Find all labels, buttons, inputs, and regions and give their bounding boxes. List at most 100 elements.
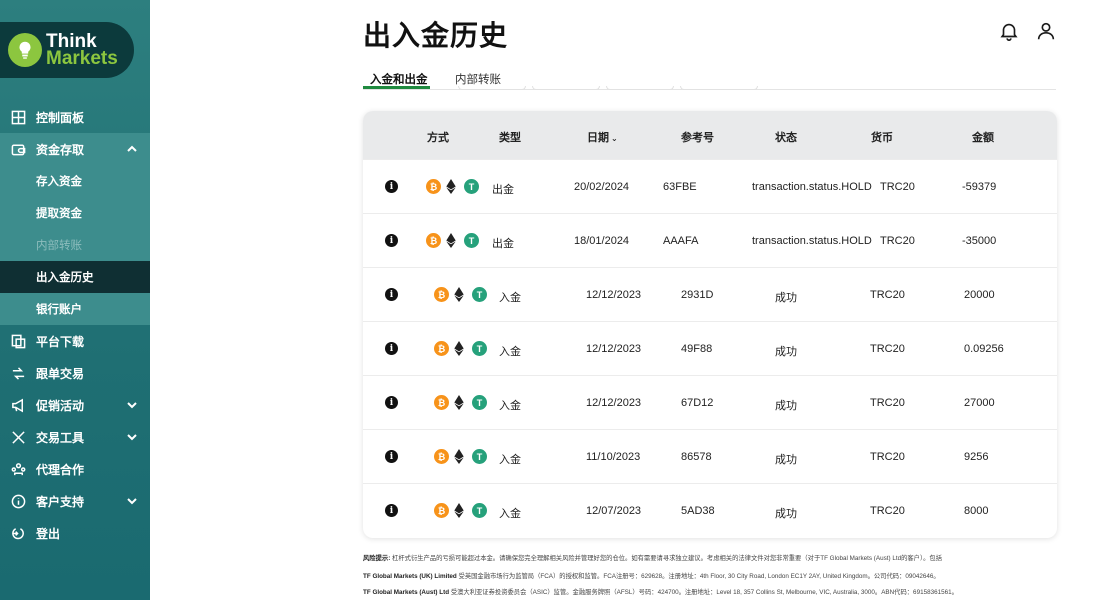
sidebar: Think Markets 控制面板 资金存取 存入资金 提取资金 内部转账 出…: [0, 0, 150, 600]
sort-chevron-icon: ⌄: [611, 134, 618, 143]
logo-markets: Markets: [46, 48, 118, 69]
user-icon[interactable]: [1035, 20, 1057, 42]
aus-entity-text: 受澳大利亚证券投资委员会（ASIC）监管。金融服务牌照（AFSL）号码：4247…: [450, 589, 958, 596]
sidebar-item-promotions[interactable]: 促销活动: [0, 389, 150, 421]
sidebar-item-funds[interactable]: 资金存取: [0, 133, 150, 165]
bitcoin-icon: ₿: [426, 179, 441, 194]
cell-status: 成功: [775, 454, 797, 466]
info-icon[interactable]: i: [385, 288, 398, 301]
tab-deposits-withdrawals[interactable]: 入金和出金: [370, 71, 428, 87]
cell-type: 入金: [499, 400, 521, 412]
payment-method-icons: ₿ T: [434, 287, 492, 302]
tab-placeholder: [458, 86, 526, 90]
col-date-label: 日期: [587, 132, 609, 144]
cell-currency: TRC20: [870, 289, 905, 301]
sidebar-subitem-bank-accounts[interactable]: 银行账户: [0, 293, 150, 325]
sidebar-nav: 控制面板 资金存取 存入资金 提取资金 内部转账 出入金历史 银行账户 平台下载…: [0, 101, 150, 549]
tether-icon: T: [472, 449, 487, 464]
ethereum-icon: [454, 503, 464, 518]
table-row[interactable]: i ₿ T 入金 12/07/2023 5AD38 成功 TRC20 8000: [363, 483, 1057, 537]
tether-icon: T: [472, 395, 487, 410]
ethereum-icon: [454, 341, 464, 356]
cell-status: 成功: [775, 400, 797, 412]
table-header: 方式 类型 日期 ⌄ 参考号 状态 货币 金额: [363, 111, 1057, 159]
logout-icon: [10, 525, 26, 541]
sidebar-item-partners[interactable]: 代理合作: [0, 453, 150, 485]
tab-placeholder: [606, 86, 674, 90]
megaphone-icon: [10, 397, 26, 413]
table-row[interactable]: i ₿ T 入金 12/12/2023 2931D 成功 TRC20 20000: [363, 267, 1057, 321]
cell-currency: TRC20: [870, 397, 905, 409]
tether-icon: T: [464, 179, 479, 194]
cell-type: 入金: [499, 292, 521, 304]
ethereum-icon: [454, 395, 464, 410]
info-icon[interactable]: i: [385, 342, 398, 355]
chevron-up-icon: [126, 143, 138, 155]
table-row[interactable]: i ₿ T 入金 11/10/2023 86578 成功 TRC20 9256: [363, 429, 1057, 483]
thinkmarkets-logo[interactable]: Think Markets: [0, 22, 134, 78]
sidebar-subitem-withdraw[interactable]: 提取资金: [0, 197, 150, 229]
col-date[interactable]: 日期 ⌄: [587, 129, 618, 145]
sidebar-item-label: 资金存取: [36, 142, 85, 157]
info-icon[interactable]: i: [385, 180, 398, 193]
cell-date: 12/12/2023: [586, 397, 642, 409]
cell-reference: 2931D: [681, 289, 714, 301]
cell-date: 12/12/2023: [586, 343, 642, 355]
cell-type: 入金: [499, 346, 521, 358]
col-amount: 金额: [972, 132, 994, 144]
cell-currency: TRC20: [880, 181, 915, 193]
col-type: 类型: [499, 132, 521, 144]
uk-entity-text: 受英国金融市场行为监管局（FCA）的授权和监管。FCA注册号：629628。注册…: [458, 573, 940, 580]
chevron-down-icon: [126, 495, 138, 507]
risk-warning: 风险提示: 杠杆式衍生产品的亏损可能超过本金。请确保您完全理解相关风险并管理好您…: [363, 553, 1043, 562]
cell-currency: TRC20: [870, 505, 905, 517]
sidebar-item-label: 交易工具: [36, 430, 85, 445]
sidebar-subitem-history[interactable]: 出入金历史: [0, 261, 150, 293]
sidebar-item-trading-tools[interactable]: 交易工具: [0, 421, 150, 453]
sidebar-item-label: 跟单交易: [36, 366, 85, 381]
uk-entity-name: TF Global Markets (UK) Limited: [363, 573, 457, 580]
dashboard-icon: [10, 109, 26, 125]
sidebar-item-downloads[interactable]: 平台下载: [0, 325, 150, 357]
sidebar-subitem-deposit[interactable]: 存入资金: [0, 165, 150, 197]
info-icon[interactable]: i: [385, 450, 398, 463]
sidebar-item-copy-trading[interactable]: 跟单交易: [0, 357, 150, 389]
payment-method-icons: ₿ T: [434, 341, 492, 356]
cell-currency: TRC20: [870, 451, 905, 463]
tab-placeholder: [680, 86, 758, 90]
page-title: 出入金历史: [363, 20, 509, 51]
sidebar-item-label: 代理合作: [36, 462, 85, 477]
sidebar-item-logout[interactable]: 登出: [0, 517, 150, 549]
col-reference: 参考号: [681, 132, 714, 144]
sidebar-item-dashboard[interactable]: 控制面板: [0, 101, 150, 133]
wallet-icon: [10, 141, 26, 157]
table-row[interactable]: i ₿ T 入金 12/12/2023 67D12 成功 TRC20 27000: [363, 375, 1057, 429]
table-row[interactable]: i ₿ T 出金 20/02/2024 63FBE transaction.status.H…: [363, 159, 1057, 213]
bitcoin-icon: ₿: [434, 287, 449, 302]
ethereum-icon: [454, 449, 464, 464]
info-icon[interactable]: i: [385, 504, 398, 517]
table-row[interactable]: i ₿ T 入金 12/12/2023 49F88 成功 TRC20 0.09256: [363, 321, 1057, 375]
cell-type: 入金: [499, 508, 521, 520]
sidebar-item-label: 登出: [36, 526, 61, 541]
info-icon[interactable]: i: [385, 234, 398, 247]
cell-reference: 63FBE: [663, 181, 697, 193]
cell-status: transaction.status.HOLD: [752, 235, 872, 247]
bitcoin-icon: ₿: [434, 341, 449, 356]
chevron-down-icon: [126, 431, 138, 443]
logo-wordmark: Think Markets: [46, 32, 118, 69]
cell-reference: 5AD38: [681, 505, 715, 517]
sidebar-subitem-internal-transfer: 内部转账: [0, 229, 150, 261]
sidebar-item-support[interactable]: 客户支持: [0, 485, 150, 517]
cell-currency: TRC20: [870, 343, 905, 355]
bell-icon[interactable]: [998, 20, 1020, 42]
tab-internal-transfer[interactable]: 内部转账: [455, 71, 501, 87]
cell-amount: 8000: [964, 505, 989, 517]
risk-label: 风险提示:: [363, 555, 391, 562]
cell-status: transaction.status.HOLD: [752, 181, 872, 193]
partners-icon: [10, 461, 26, 477]
tools-icon: [10, 429, 26, 445]
tether-icon: T: [472, 341, 487, 356]
table-row[interactable]: i ₿ T 出金 18/01/2024 AAAFA transaction.status.H…: [363, 213, 1057, 267]
info-icon[interactable]: i: [385, 396, 398, 409]
